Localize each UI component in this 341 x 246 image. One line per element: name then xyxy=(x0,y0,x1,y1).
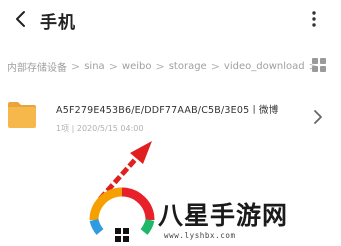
file-meta: 1项 | 2020/5/15 04:00 xyxy=(56,124,144,133)
top-bar: 手机 xyxy=(0,0,341,40)
more-vertical-icon[interactable] xyxy=(308,8,320,30)
breadcrumb-item-internal-storage[interactable]: 内部存储设备 xyxy=(7,59,67,74)
folder-icon xyxy=(8,102,36,128)
watermark-logo xyxy=(89,187,155,242)
file-name: A5F279E453B6/E/DDF77AAB/C5B/3E05丨微博 xyxy=(56,105,279,116)
grid-view-icon[interactable] xyxy=(312,58,326,72)
chevron-right-icon xyxy=(314,110,322,124)
page-title: 手机 xyxy=(40,13,76,33)
breadcrumb-item-sina[interactable]: sina xyxy=(84,61,104,72)
watermark-url: www.lyshbx.com xyxy=(164,231,236,240)
breadcrumb: 内部存储设备 > sina > weibo > storage > video_… xyxy=(7,56,322,76)
breadcrumb-item-storage[interactable]: storage xyxy=(169,61,207,72)
breadcrumb-separator-icon: > xyxy=(71,59,81,73)
breadcrumb-separator-icon: > xyxy=(155,59,165,73)
file-list-item[interactable]: A5F279E453B6/E/DDF77AAB/C5B/3E05丨微博 1项 |… xyxy=(0,92,341,144)
back-arrow-icon[interactable] xyxy=(10,8,32,30)
breadcrumb-separator-icon: > xyxy=(210,59,220,73)
watermark-brand: 八星手游网 xyxy=(156,200,289,232)
breadcrumb-item-weibo[interactable]: weibo xyxy=(122,61,152,72)
breadcrumb-separator-icon: > xyxy=(108,59,118,73)
breadcrumb-item-video-download[interactable]: video_download xyxy=(224,61,305,72)
